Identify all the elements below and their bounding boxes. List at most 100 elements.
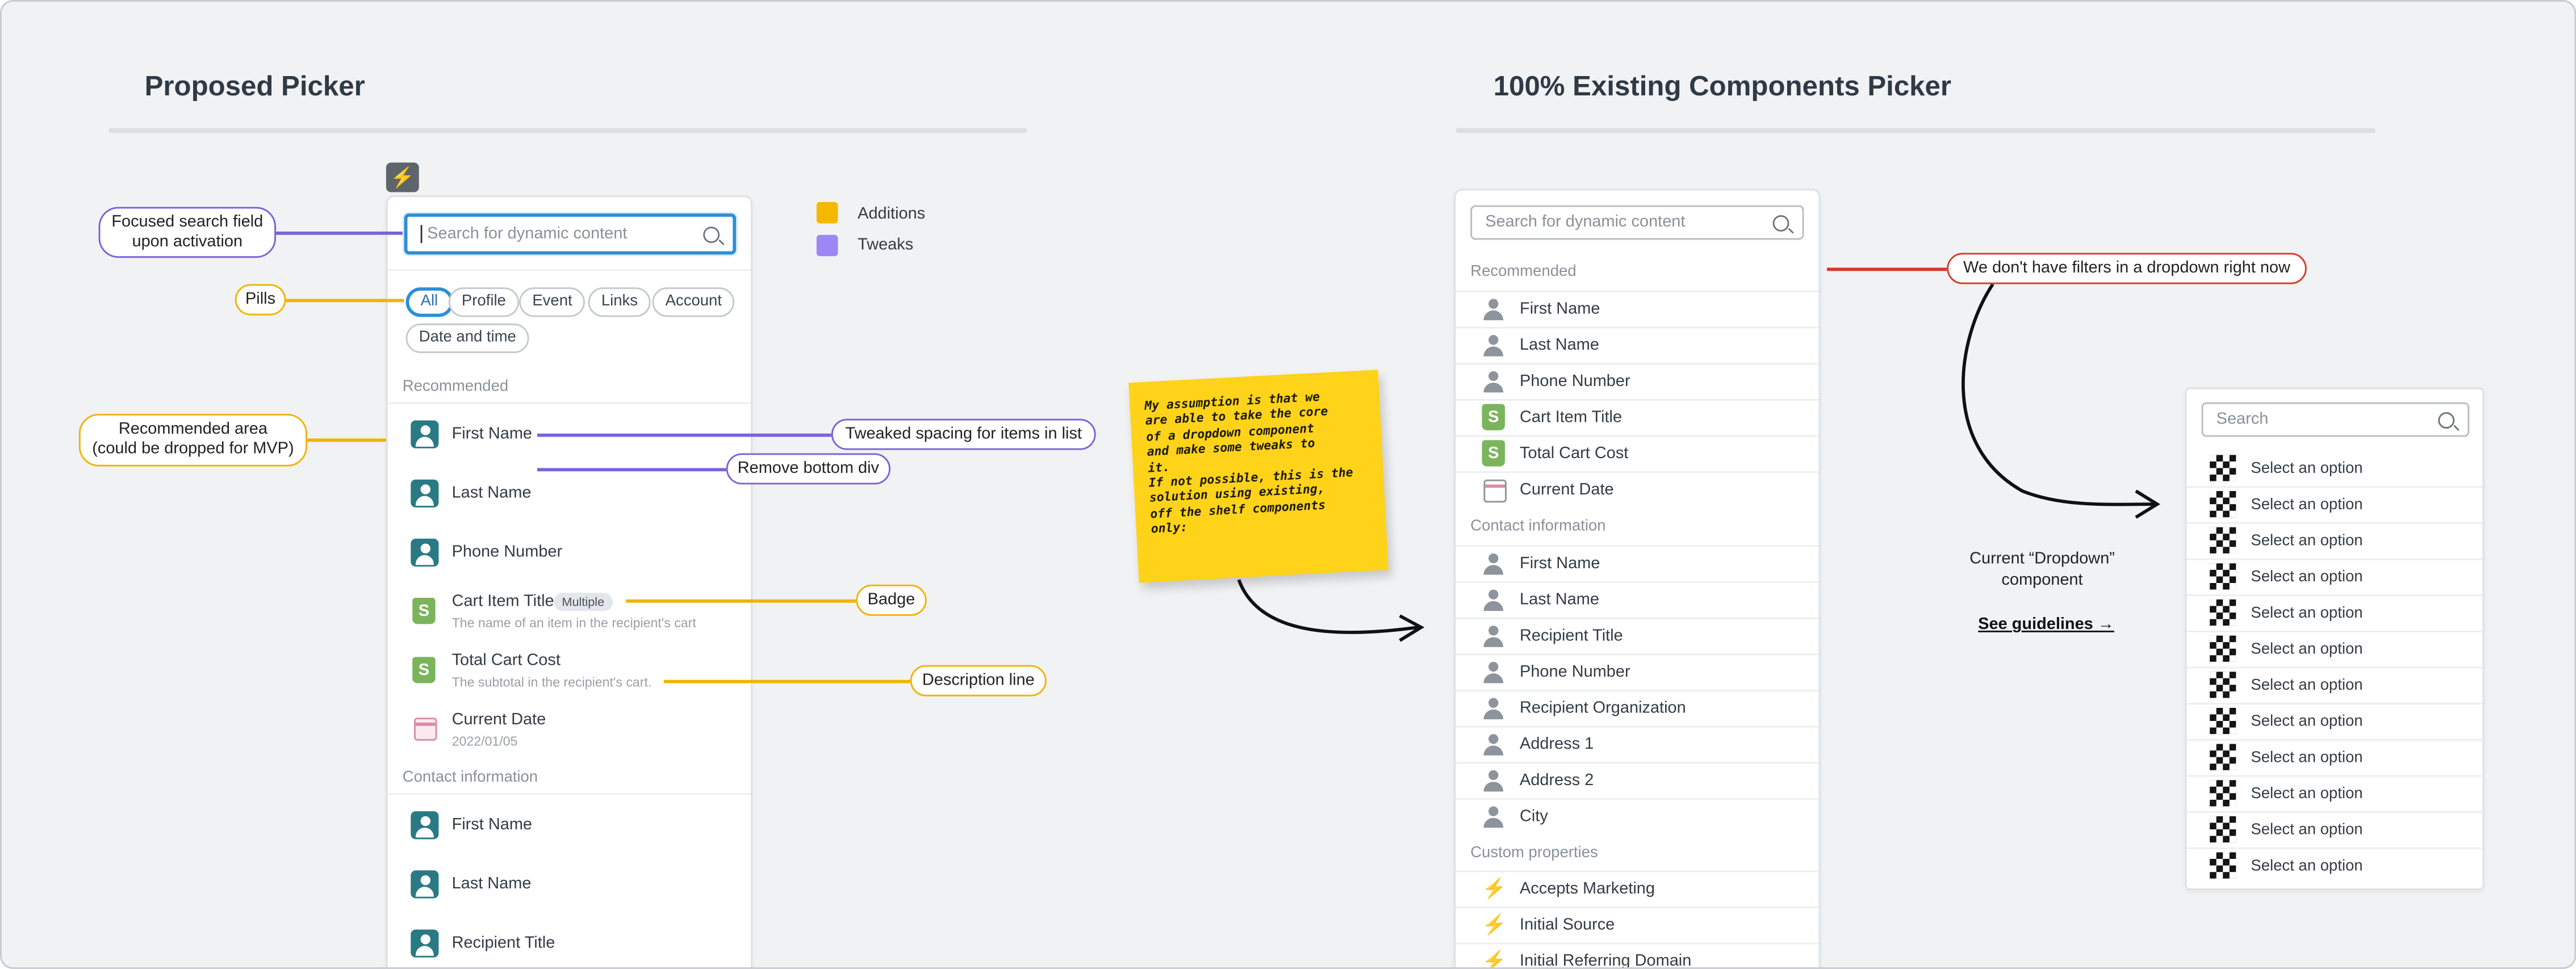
person-icon [1482, 626, 1503, 647]
divider [1456, 653, 1819, 656]
item-current-date[interactable]: Current Date [1520, 481, 1614, 500]
arrow-to-dropdown [1962, 283, 2154, 506]
divider [1456, 581, 1819, 584]
item-initial-source[interactable]: Initial Source [1520, 916, 1615, 934]
checkerboard-icon [2210, 672, 2236, 698]
person-icon [1482, 806, 1503, 828]
dropdown-option[interactable]: Select an option [2251, 460, 2362, 478]
item-cart-item-title[interactable]: Cart Item Title [1520, 409, 1622, 427]
title-rule [1456, 128, 2376, 133]
lightning-icon: ⚡ [1482, 949, 1507, 969]
note-line: Current “Dropdown” [1969, 550, 2115, 568]
item-initial-referring-domain[interactable]: Initial Referring Domain [1520, 953, 1691, 967]
checkerboard-icon [2210, 455, 2236, 481]
divider [2186, 703, 2483, 705]
person-icon [1482, 698, 1503, 720]
dropdown-option[interactable]: Select an option [2251, 677, 2362, 695]
note-line: component [2001, 571, 2083, 590]
person-icon [1482, 335, 1503, 356]
existing-picker-title: 100% Existing Components Picker [1493, 70, 1952, 102]
checkerboard-icon [2210, 852, 2236, 879]
callout-no-filters: We don't have filters in a dropdown righ… [1947, 253, 2307, 284]
checkerboard-icon [2210, 744, 2236, 770]
person-icon [1482, 299, 1503, 321]
divider [1456, 762, 1819, 764]
item-address-2[interactable]: Address 2 [1520, 772, 1594, 790]
item-address-1[interactable]: Address 1 [1520, 736, 1594, 754]
divider [2186, 594, 2483, 597]
item-last-name[interactable]: Last Name [1520, 337, 1599, 355]
lightning-icon: ⚡ [1482, 913, 1507, 937]
dropdown-option[interactable]: Select an option [2251, 713, 2362, 731]
divider [2186, 811, 2483, 813]
dropdown-option[interactable]: Select an option [2251, 785, 2362, 803]
person-icon [1482, 589, 1503, 611]
lightning-icon: ⚡ [1482, 876, 1507, 900]
search-icon [1772, 214, 1789, 231]
checkerboard-icon [2210, 491, 2236, 518]
divider [1456, 690, 1819, 691]
checkerboard-icon [2210, 635, 2236, 662]
dropdown-option[interactable]: Select an option [2251, 857, 2362, 875]
divider [1456, 725, 1819, 728]
dropdown-option[interactable]: Select an option [2251, 640, 2362, 658]
item-first-name[interactable]: First Name [1520, 300, 1600, 318]
group-label-recommended: Recommended [1470, 262, 1576, 281]
divider [1456, 870, 1819, 872]
dropdown-option[interactable]: Select an option [2251, 821, 2362, 840]
connector-line [1827, 267, 1947, 270]
dropdown-component: Search Select an option Select an option… [2185, 387, 2485, 891]
checkerboard-icon [2210, 599, 2236, 626]
existing-picker-panel: Search for dynamic content Recommended F… [1454, 188, 1821, 969]
search-input[interactable]: Search for dynamic content [1470, 205, 1804, 240]
checkerboard-icon [2210, 527, 2236, 553]
item-phone-number[interactable]: Phone Number [1520, 373, 1630, 391]
item-last-name[interactable]: Last Name [1520, 591, 1599, 609]
design-canvas: Proposed Picker ⚡ Search for dynamic con… [0, 0, 2576, 969]
dropdown-option[interactable]: Select an option [2251, 568, 2362, 586]
divider [1456, 545, 1819, 547]
checkerboard-icon [2210, 780, 2236, 807]
divider [1456, 617, 1819, 619]
divider [1456, 798, 1819, 800]
divider [2186, 739, 2483, 741]
dropdown-option[interactable]: Select an option [2251, 532, 2362, 550]
arrow-to-existing-picker [1237, 579, 1419, 634]
divider [1456, 291, 1819, 292]
search-placeholder: Search for dynamic content [1485, 213, 1686, 232]
dropdown-option[interactable]: Select an option [2251, 496, 2362, 514]
divider [1456, 435, 1819, 437]
item-phone-number[interactable]: Phone Number [1520, 664, 1630, 682]
divider [2186, 775, 2483, 777]
item-first-name[interactable]: First Name [1520, 555, 1600, 573]
search-icon [2438, 411, 2455, 428]
divider [1456, 471, 1819, 473]
item-recipient-title[interactable]: Recipient Title [1520, 627, 1623, 645]
divider [1456, 363, 1819, 365]
group-label-custom: Custom properties [1470, 844, 1598, 862]
divider [1456, 398, 1819, 401]
item-city[interactable]: City [1520, 808, 1548, 826]
dropdown-search-input[interactable]: Search [2201, 402, 2470, 437]
divider [1456, 906, 1819, 908]
divider [2186, 558, 2483, 560]
dropdown-option[interactable]: Select an option [2251, 605, 2362, 623]
dropdown-note: Current “Dropdown” component [1954, 548, 2131, 591]
divider [1456, 326, 1819, 329]
dropdown-option[interactable]: Select an option [2251, 749, 2362, 767]
person-icon [1482, 371, 1503, 393]
search-placeholder: Search [2216, 410, 2269, 429]
item-total-cart-cost[interactable]: Total Cart Cost [1520, 445, 1628, 463]
divider [1456, 942, 1819, 945]
person-icon [1482, 661, 1503, 683]
checkerboard-icon [2210, 816, 2236, 843]
item-accepts-marketing[interactable]: Accepts Marketing [1520, 880, 1655, 899]
see-guidelines-link[interactable]: See guidelines → [1978, 616, 2114, 634]
item-recipient-organization[interactable]: Recipient Organization [1520, 699, 1686, 718]
divider [2186, 486, 2483, 488]
person-icon [1482, 734, 1503, 756]
calendar-icon [1483, 479, 1507, 503]
person-icon [1482, 553, 1503, 575]
divider [2186, 847, 2483, 849]
person-icon [1482, 770, 1503, 792]
